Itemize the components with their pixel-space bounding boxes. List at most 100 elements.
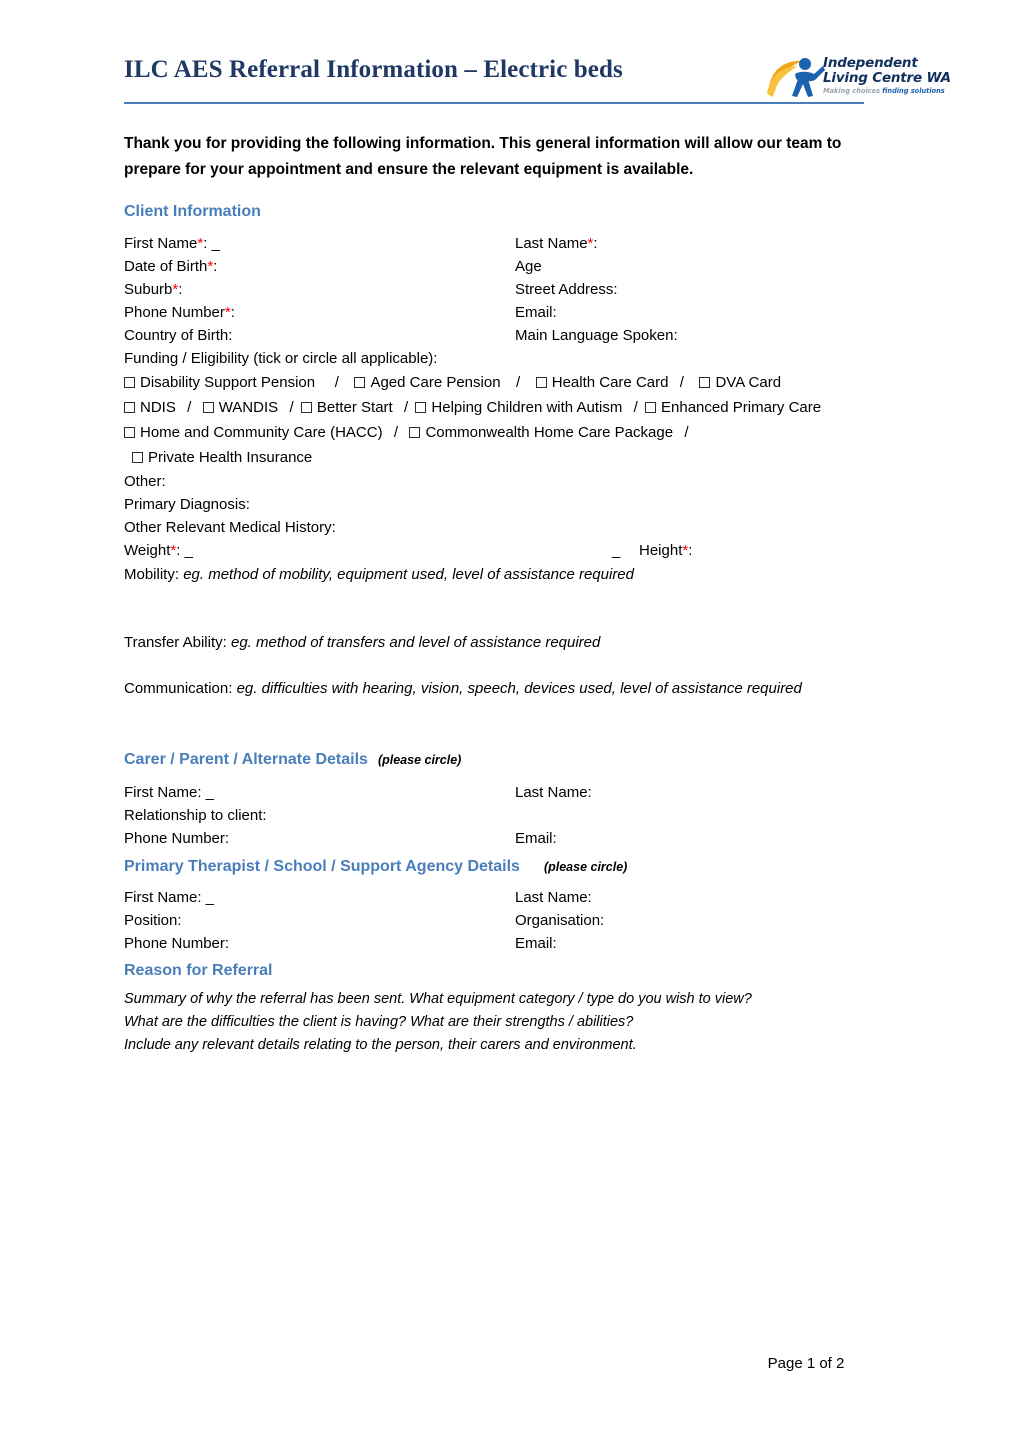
checkbox-label-ndis: NDIS (140, 399, 176, 416)
logo-line-1: Independent (823, 55, 918, 71)
logo-tagline-part1: Making choices (823, 87, 881, 95)
checkbox-enhanced-primary-care[interactable] (645, 402, 657, 413)
logo-tagline: Making choices finding solutions (823, 87, 945, 95)
checkbox-label-commonwealth-home-care-package: Commonwealth Home Care Package (425, 424, 674, 441)
separator-slash: / (183, 399, 196, 416)
section-heading-reason-for-referral: Reason for Referral (124, 962, 273, 980)
field-label-age: Age (515, 258, 542, 275)
carer-field-row-phone-email: Phone Number: Email: (124, 827, 914, 850)
section-heading-therapist-details-label: Primary Therapist / School / Support Age… (124, 858, 520, 875)
checkbox-label-disability-support-pension: Disability Support Pension (140, 374, 316, 391)
carer-field-label-email: Email: (515, 830, 557, 847)
field-label-other-relevant-medical-history: Other Relevant Medical History: (124, 519, 336, 536)
carer-please-circle-note: (please circle) (377, 753, 462, 767)
field-label-email: Email: (515, 304, 557, 321)
referral-guidance-line-1: Summary of why the referral has been sen… (124, 991, 752, 1007)
title-divider (124, 102, 864, 104)
intro-paragraph: Thank you for providing the following in… (124, 135, 842, 178)
section-heading-carer-details-label: Carer / Parent / Alternate Details (124, 751, 368, 768)
carer-field-label-phone-number: Phone Number: (124, 830, 230, 847)
underscore-placeholder: _ (612, 542, 621, 559)
checkbox-aged-care-pension[interactable] (354, 377, 366, 388)
carer-field-label-last-name: Last Name: (515, 784, 592, 801)
checkbox-wandis[interactable] (202, 402, 214, 413)
field-row-phone-email: Phone Number*: Email: (124, 301, 914, 324)
section-heading-client-information-label: Client Information (124, 203, 261, 220)
checkbox-health-care-card[interactable] (535, 377, 547, 388)
therapist-field-row-name: First Name: _ Last Name: (124, 886, 914, 909)
funding-checkbox-row-2: NDIS / WANDIS / Better Start / Helping C… (124, 396, 821, 419)
therapist-please-circle-note: (please circle) (543, 860, 628, 874)
carer-field-label-relationship: Relationship to client: (124, 807, 267, 824)
therapist-field-label-position: Position: (124, 912, 182, 929)
checkbox-home-and-community-care[interactable] (124, 427, 135, 438)
therapist-field-row-phone-email: Phone Number: Email: (124, 932, 914, 955)
funding-checkbox-row-3: Home and Community Care (HACC) / Commonw… (124, 421, 692, 444)
page-title: ILC AES Referral Information – Electric … (124, 56, 623, 83)
logo-tagline-part2: finding solutions (882, 87, 945, 95)
referral-guidance-line-2: What are the difficulties the client is … (124, 1014, 634, 1030)
checkbox-dva-card[interactable] (699, 377, 711, 388)
field-label-street-address: Street Address: (515, 281, 618, 298)
page-footer: Page 1 of 2 (767, 1355, 845, 1372)
separator-slash: / (675, 374, 693, 391)
checkbox-private-health-insurance[interactable] (132, 452, 143, 463)
funding-checkbox-row-1: Disability Support Pension / Aged Care P… (124, 371, 781, 394)
checkbox-commonwealth-home-care-package[interactable] (409, 427, 421, 438)
checkbox-label-private-health-insurance: Private Health Insurance (148, 449, 313, 466)
ilc-logo-text: Independent Living Centre WA Making choi… (823, 55, 951, 95)
field-label-last-name: Last Name*: (515, 235, 598, 252)
field-label-height: Height*: (639, 542, 693, 559)
field-label-other: Other: (124, 473, 166, 490)
field-hint-transfer-ability: eg. method of transfers and level of ass… (230, 634, 601, 651)
therapist-field-label-email: Email: (515, 935, 557, 952)
field-label-phone-number: Phone Number*: (124, 304, 235, 321)
checkbox-label-better-start: Better Start (316, 399, 393, 416)
field-label-suburb: Suburb*: (124, 281, 183, 298)
separator-slash: / (285, 399, 294, 416)
logo-line-2: Living Centre WA (823, 69, 951, 86)
funding-checkbox-row-4: Private Health Insurance (132, 446, 312, 469)
ilc-logo: Independent Living Centre WA Making choi… (765, 52, 951, 104)
separator-slash: / (629, 399, 638, 416)
funding-eligibility-label: Funding / Eligibility (tick or circle al… (124, 350, 438, 367)
field-row-dob-age: Date of Birth*: Age (124, 255, 914, 278)
field-row-name: First Name*: _ Last Name*: (124, 232, 914, 255)
checkbox-label-home-and-community-care: Home and Community Care (HACC) (140, 424, 383, 441)
field-row-birth-country-language: Country of Birth: Main Language Spoken: (124, 324, 914, 347)
ilc-logo-figure-icon (765, 54, 827, 100)
section-heading-reason-for-referral-label: Reason for Referral (124, 962, 273, 979)
field-label-main-language: Main Language Spoken: (515, 327, 678, 344)
section-heading-therapist-details: Primary Therapist / School / Support Age… (124, 858, 627, 876)
checkbox-disability-support-pension[interactable] (124, 377, 135, 388)
carer-field-row-name: First Name: _ Last Name: (124, 781, 914, 804)
therapist-field-label-organisation: Organisation: (515, 912, 605, 929)
referral-guidance-line-3: Include any relevant details relating to… (124, 1037, 637, 1053)
checkbox-label-aged-care-pension: Aged Care Pension (370, 374, 501, 391)
field-label-communication: Communication: (124, 680, 233, 697)
checkbox-label-health-care-card: Health Care Card (551, 374, 669, 391)
checkbox-better-start[interactable] (300, 402, 312, 413)
separator-slash: / (322, 374, 348, 391)
field-label-weight: Weight*: _ (124, 542, 193, 559)
field-label-primary-diagnosis: Primary Diagnosis: (124, 496, 250, 513)
carer-field-label-first-name: First Name: _ (124, 784, 215, 801)
carer-field-row-relationship: Relationship to client: (124, 804, 914, 827)
separator-slash: / (507, 374, 529, 391)
field-hint-communication: eg. difficulties with hearing, vision, s… (236, 680, 802, 697)
section-heading-carer-details: Carer / Parent / Alternate Details (pleas… (124, 751, 461, 769)
section-heading-client-information: Client Information (124, 203, 261, 221)
checkbox-ndis[interactable] (124, 402, 135, 413)
separator-slash: / (680, 424, 689, 441)
separator-slash: / (399, 399, 409, 416)
field-row-mobility: Mobility: eg. method of mobility, equipm… (124, 563, 634, 586)
checkbox-helping-children-with-autism[interactable] (415, 402, 427, 413)
therapist-field-row-position: Position: Organisation: (124, 909, 914, 932)
field-label-mobility: Mobility: (124, 566, 180, 583)
field-label-transfer-ability: Transfer Ability: (124, 634, 227, 651)
field-label-date-of-birth: Date of Birth*: (124, 258, 218, 275)
therapist-field-label-phone-number: Phone Number: (124, 935, 230, 952)
separator-slash: / (389, 424, 403, 441)
field-row-communication: Communication: eg. difficulties with hea… (124, 677, 802, 700)
therapist-field-label-first-name: First Name: _ (124, 889, 215, 906)
